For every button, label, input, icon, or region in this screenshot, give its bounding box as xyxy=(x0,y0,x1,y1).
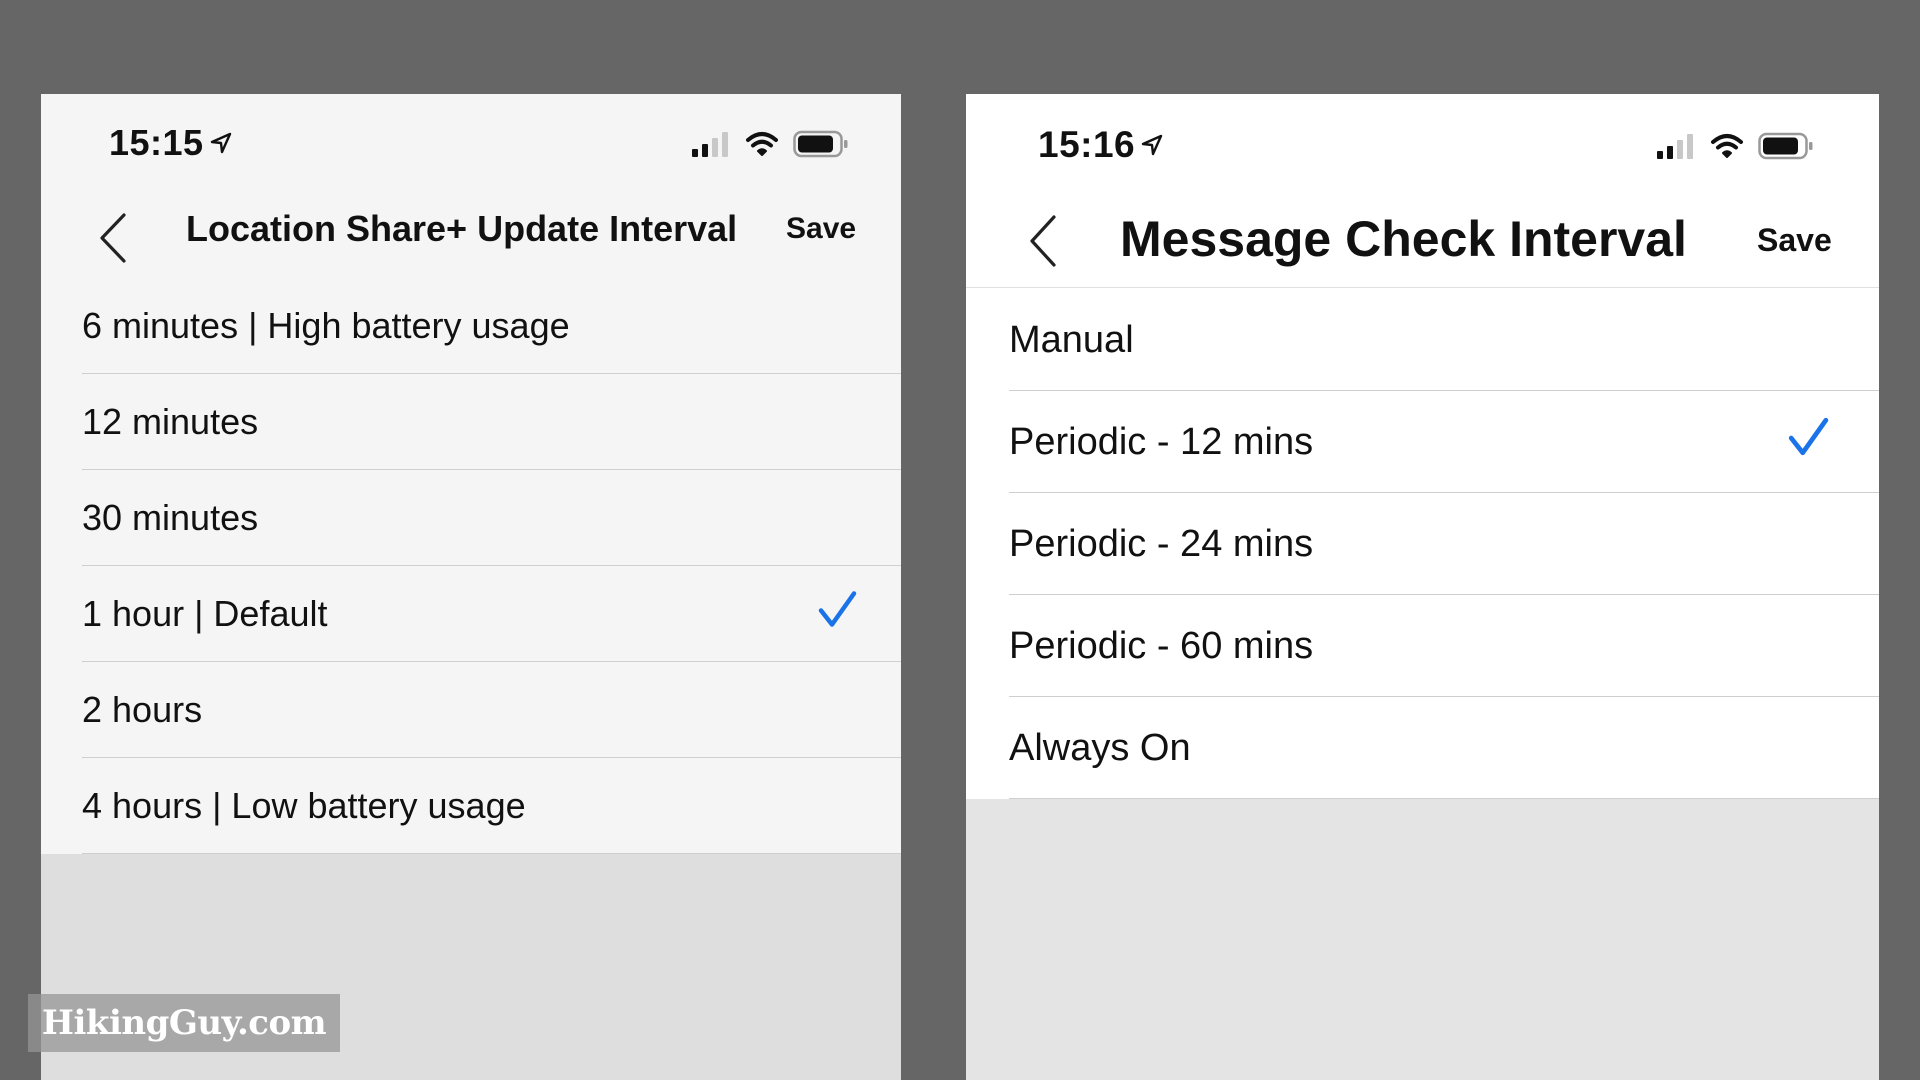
list-item[interactable]: 12 minutes xyxy=(41,374,901,470)
status-time: 15:15 xyxy=(109,122,232,164)
checkmark-icon xyxy=(817,590,857,639)
divider xyxy=(1009,798,1879,799)
list-item[interactable]: 4 hours | Low battery usage xyxy=(41,758,901,854)
page-title: Message Check Interval xyxy=(1120,211,1687,267)
save-button[interactable]: Save xyxy=(786,212,856,246)
back-button[interactable] xyxy=(1018,208,1068,274)
list-item[interactable]: Always On xyxy=(966,697,1879,799)
battery-icon xyxy=(793,130,849,163)
option-label: 4 hours | Low battery usage xyxy=(82,785,526,826)
battery-icon xyxy=(1758,132,1814,165)
list-item[interactable]: Manual xyxy=(966,289,1879,391)
nav-bar: Location Share+ Update Interval Save xyxy=(41,189,901,278)
list-item-selected[interactable]: Periodic - 12 mins xyxy=(966,391,1879,493)
option-label: Periodic - 60 mins xyxy=(1009,624,1314,667)
status-bar: 15:15 xyxy=(41,94,901,189)
back-chevron-icon xyxy=(1030,215,1056,267)
list-item[interactable]: Periodic - 60 mins xyxy=(966,595,1879,697)
page-title: Location Share+ Update Interval xyxy=(186,208,738,249)
left-phone-screen: 15:15 Location Share+ Update Interval Sa… xyxy=(41,94,901,1080)
option-label: 6 minutes | High battery usage xyxy=(82,305,570,346)
option-label: 12 minutes xyxy=(82,401,259,442)
location-arrow-icon xyxy=(1141,123,1163,165)
status-icons xyxy=(691,130,849,163)
back-button[interactable] xyxy=(88,205,138,271)
list-item[interactable]: 6 minutes | High battery usage xyxy=(41,278,901,374)
option-label: Manual xyxy=(1009,318,1134,361)
interval-option-list: 6 minutes | High battery usage 12 minute… xyxy=(41,278,901,854)
option-label: 2 hours xyxy=(82,689,203,730)
option-label: 1 hour | Default xyxy=(82,593,328,634)
wifi-icon xyxy=(745,131,779,162)
list-item[interactable]: Periodic - 24 mins xyxy=(966,493,1879,595)
back-chevron-icon xyxy=(100,213,126,263)
nav-bar: 15:16 Message Check Interval Save xyxy=(966,94,1879,288)
list-item[interactable]: 2 hours xyxy=(41,662,901,758)
checkmark-icon xyxy=(1787,416,1829,468)
save-button[interactable]: Save xyxy=(1757,222,1832,259)
option-label: 30 minutes xyxy=(82,497,259,538)
option-label: Always On xyxy=(1009,726,1191,769)
option-label: Periodic - 24 mins xyxy=(1009,522,1314,565)
signal-icon xyxy=(1656,133,1696,164)
right-phone-screen: 15:16 15:16 xyxy=(966,94,1879,1080)
list-item[interactable]: 30 minutes xyxy=(41,470,901,566)
divider xyxy=(82,853,901,854)
wifi-icon xyxy=(1710,133,1744,164)
interval-option-list: Manual Periodic - 12 mins Periodic - 24 … xyxy=(966,289,1879,799)
status-time-overlay: 15:16 xyxy=(1038,124,1163,166)
status-icons-overlay xyxy=(1656,132,1814,165)
location-arrow-icon xyxy=(210,121,232,163)
list-item-selected[interactable]: 1 hour | Default xyxy=(41,566,901,662)
signal-icon xyxy=(691,131,731,162)
watermark-logo: HikingGuy.com xyxy=(28,994,340,1052)
option-label: Periodic - 12 mins xyxy=(1009,420,1314,463)
